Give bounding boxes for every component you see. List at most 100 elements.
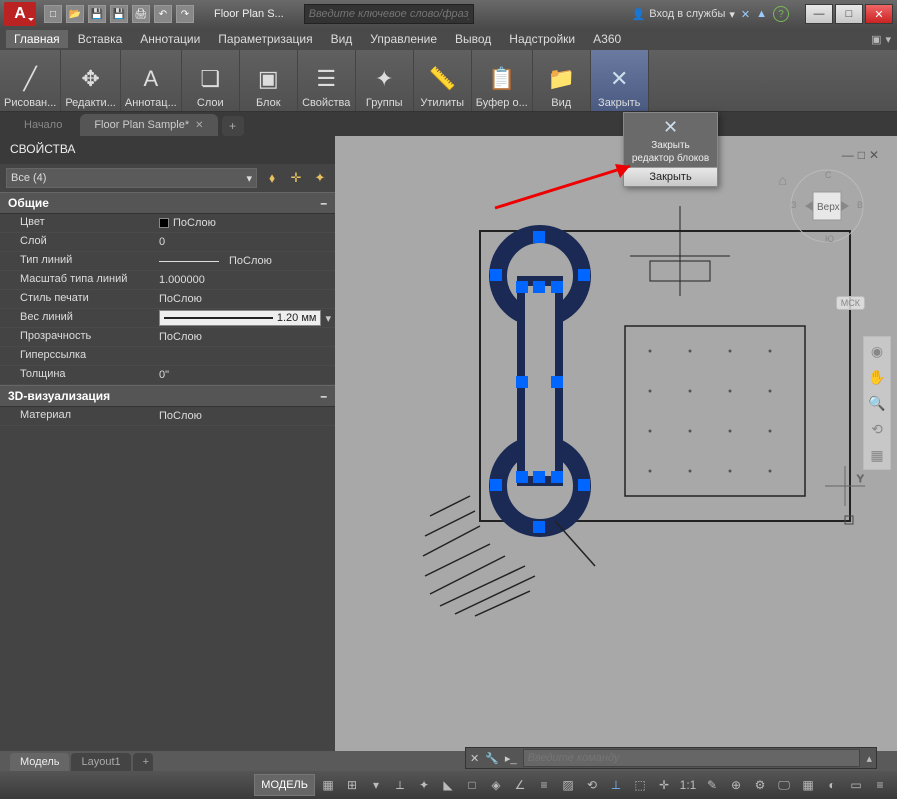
search-input[interactable] [304,4,474,24]
prop-linetype[interactable]: Тип линийПоСлою [0,252,335,271]
panel-clipboard[interactable]: 📋Буфер о... [472,50,533,111]
tab-addins[interactable]: Надстройки [501,30,583,48]
help-icon[interactable]: ? [773,6,789,22]
signin-button[interactable]: 👤 Вход в службы ▾ [632,8,735,21]
status-workspace-icon[interactable]: ⚙ [749,774,771,796]
tab-insert[interactable]: Вставка [70,30,131,48]
prop-color[interactable]: ЦветПоСлою [0,214,335,233]
select-objects-icon[interactable]: ✛ [287,169,305,187]
chevron-down-icon[interactable]: ▾ [325,312,331,325]
fullnav-icon[interactable]: ◉ [867,341,887,361]
status-transparency-icon[interactable]: ▨ [557,774,579,796]
status-dynucs-icon[interactable]: ⊥ [605,774,627,796]
zoom-icon[interactable]: 🔍 [867,393,887,413]
status-polar-icon[interactable]: ✦ [413,774,435,796]
exchange-icon[interactable]: ✕ [741,8,750,21]
qat-print-icon[interactable]: 🖨 [132,5,150,23]
section-3dviz[interactable]: 3D-визуализация– [0,385,335,407]
prop-thickness[interactable]: Толщина0" [0,366,335,385]
qat-save-icon[interactable]: 💾 [88,5,106,23]
app-logo[interactable]: A [4,2,36,26]
add-layout-button[interactable]: + [133,753,153,771]
quick-select-icon[interactable]: ✦ [311,169,329,187]
panel-annotation[interactable]: AАннотац... [121,50,182,111]
status-hardware-icon[interactable]: ▦ [797,774,819,796]
tab-start[interactable]: Начало [10,114,76,136]
status-otrack-icon[interactable]: ∠ [509,774,531,796]
status-modelspace[interactable]: МОДЕЛЬ [254,774,315,796]
tab-parametric[interactable]: Параметризация [210,30,320,48]
status-lweight-icon[interactable]: ≡ [533,774,555,796]
tab-model[interactable]: Модель [10,753,69,771]
panel-block[interactable]: ▣Блок [240,50,298,111]
status-snap-icon[interactable]: ⊞ [341,774,363,796]
add-tab-button[interactable]: + [222,116,244,136]
ucs-label[interactable]: МСК [836,296,865,310]
cmdline-history-icon[interactable]: ▴ [866,752,872,765]
drawing-canvas[interactable]: — □ ✕ [335,136,897,751]
status-gizmo-icon[interactable]: ✛ [653,774,675,796]
status-annovis-icon[interactable]: ⊕ [725,774,747,796]
qat-open-icon[interactable]: 📂 [66,5,84,23]
featured-apps-icon[interactable]: ▣ [871,33,881,46]
status-cycling-icon[interactable]: ⟲ [581,774,603,796]
prop-material[interactable]: МатериалПоСлою [0,407,335,426]
prop-lineweight[interactable]: Вес линий1.20 мм▾ [0,309,335,328]
home-icon[interactable]: ⌂ [779,172,787,188]
status-customize-icon[interactable]: ≡ [869,774,891,796]
prop-transparency[interactable]: ПрозрачностьПоСлою [0,328,335,347]
showmotion-icon[interactable]: ▦ [867,445,887,465]
cmdline-config-icon[interactable]: 🔧 [485,752,499,765]
close-tab-icon[interactable]: ✕ [195,120,203,131]
panel-draw[interactable]: ╱Рисован... [0,50,61,111]
tab-layout1[interactable]: Layout1 [71,753,130,771]
toggle-pickadd-icon[interactable]: ⬧ [263,169,281,187]
qat-undo-icon[interactable]: ↶ [154,5,172,23]
maximize-button[interactable]: □ [835,4,863,24]
prop-layer[interactable]: Слой0 [0,233,335,252]
close-window-button[interactable]: ✕ [865,4,893,24]
panel-view[interactable]: 📁Вид [533,50,591,111]
cmdline-close-icon[interactable]: ✕ [470,752,479,765]
tab-annotate[interactable]: Аннотации [132,30,208,48]
status-3dosnap-icon[interactable]: ◈ [485,774,507,796]
section-general[interactable]: Общие– [0,192,335,214]
qat-new-icon[interactable]: □ [44,5,62,23]
prop-hyperlink[interactable]: Гиперссылка [0,347,335,366]
status-iso-icon[interactable]: ◣ [437,774,459,796]
tab-home[interactable]: Главная [6,30,68,48]
orbit-icon[interactable]: ⟲ [867,419,887,439]
status-grid-icon[interactable]: ▦ [317,774,339,796]
status-scale[interactable]: 1:1 [677,774,699,796]
ribbon-collapse-icon[interactable]: ▾ [885,33,891,46]
panel-modify[interactable]: ✥Редакти... [61,50,121,111]
tab-floorplan[interactable]: Floor Plan Sample* ✕ [80,114,217,136]
selection-filter[interactable]: Все (4) ▾ [6,168,257,188]
minimize-button[interactable]: — [805,4,833,24]
qat-redo-icon[interactable]: ↷ [176,5,194,23]
status-osnap-icon[interactable]: □ [461,774,483,796]
panel-close[interactable]: ✕Закрыть [591,50,649,111]
status-selection-icon[interactable]: ⬚ [629,774,651,796]
prop-ltscale[interactable]: Масштаб типа линий1.000000 [0,271,335,290]
pan-icon[interactable]: ✋ [867,367,887,387]
status-ortho-icon[interactable]: ⟂ [389,774,411,796]
tab-manage[interactable]: Управление [362,30,445,48]
qat-saveas-icon[interactable]: 💾 [110,5,128,23]
command-input[interactable] [523,749,861,767]
status-monitor-icon[interactable]: 🖵 [773,774,795,796]
panel-properties[interactable]: ☰Свойства [298,50,356,111]
panel-groups[interactable]: ✦Группы [356,50,414,111]
tab-a360[interactable]: A360 [585,30,629,48]
status-clean-icon[interactable]: ▭ [845,774,867,796]
tab-output[interactable]: Вывод [447,30,499,48]
status-isolate-icon[interactable]: ◐ [821,774,843,796]
prop-plotstyle[interactable]: Стиль печатиПоСлою [0,290,335,309]
viewcube[interactable]: С В Ю З Верх [787,166,867,246]
panel-layers[interactable]: ❏Слои [182,50,240,111]
status-infer-icon[interactable]: ▾ [365,774,387,796]
status-annoscale-icon[interactable]: ✎ [701,774,723,796]
cloud-icon[interactable]: ▲ [756,8,767,20]
panel-utilities[interactable]: 📏Утилиты [414,50,472,111]
tab-view[interactable]: Вид [323,30,361,48]
